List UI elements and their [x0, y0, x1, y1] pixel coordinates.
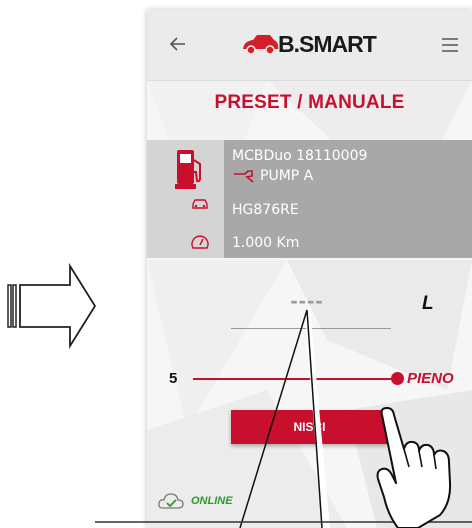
cloud-check-icon [158, 493, 184, 509]
hamburger-menu-icon[interactable] [441, 37, 459, 53]
fuel-pump-icon [175, 150, 201, 189]
arrow-right-icon [7, 262, 97, 350]
finish-button-label: NISCI [293, 420, 326, 434]
slider-thumb[interactable] [391, 372, 404, 385]
speedometer-icon [191, 235, 209, 249]
quantity-input[interactable]: ---- [272, 288, 342, 314]
license-plate: HG876RE [232, 202, 299, 218]
pump-row: PUMP A [233, 168, 313, 184]
quantity-slider[interactable] [193, 378, 399, 380]
device-name: MCBDuo 18110009 [232, 148, 368, 164]
pump-name: PUMP A [260, 168, 314, 184]
slider-min-label: 5 [169, 370, 178, 387]
brand-name: B.SMART [278, 30, 377, 57]
car-logo-icon [243, 35, 279, 55]
pointing-hand-icon [376, 407, 452, 528]
status-label: ONLINE [191, 495, 233, 507]
app-header: B.SMART [147, 10, 472, 81]
finish-button[interactable]: NISCI [231, 410, 388, 444]
nozzle-icon [234, 169, 254, 183]
quantity-underline [231, 328, 391, 329]
slider-max-label: PIENO [407, 370, 454, 387]
connection-status: ONLINE [157, 490, 233, 512]
page-title: PRESET / MANUALE [214, 92, 405, 113]
quantity-unit: L [422, 293, 434, 314]
brand-logo: B.SMART [240, 30, 377, 57]
odometer-value: 1.000 Km [232, 235, 300, 251]
car-icon [192, 199, 208, 209]
info-icon-column [147, 140, 224, 258]
vehicle-info-card: MCBDuo 18110009 PUMP A HG876RE 1.000 Km [147, 140, 472, 258]
arrow-left-icon[interactable] [168, 34, 188, 54]
